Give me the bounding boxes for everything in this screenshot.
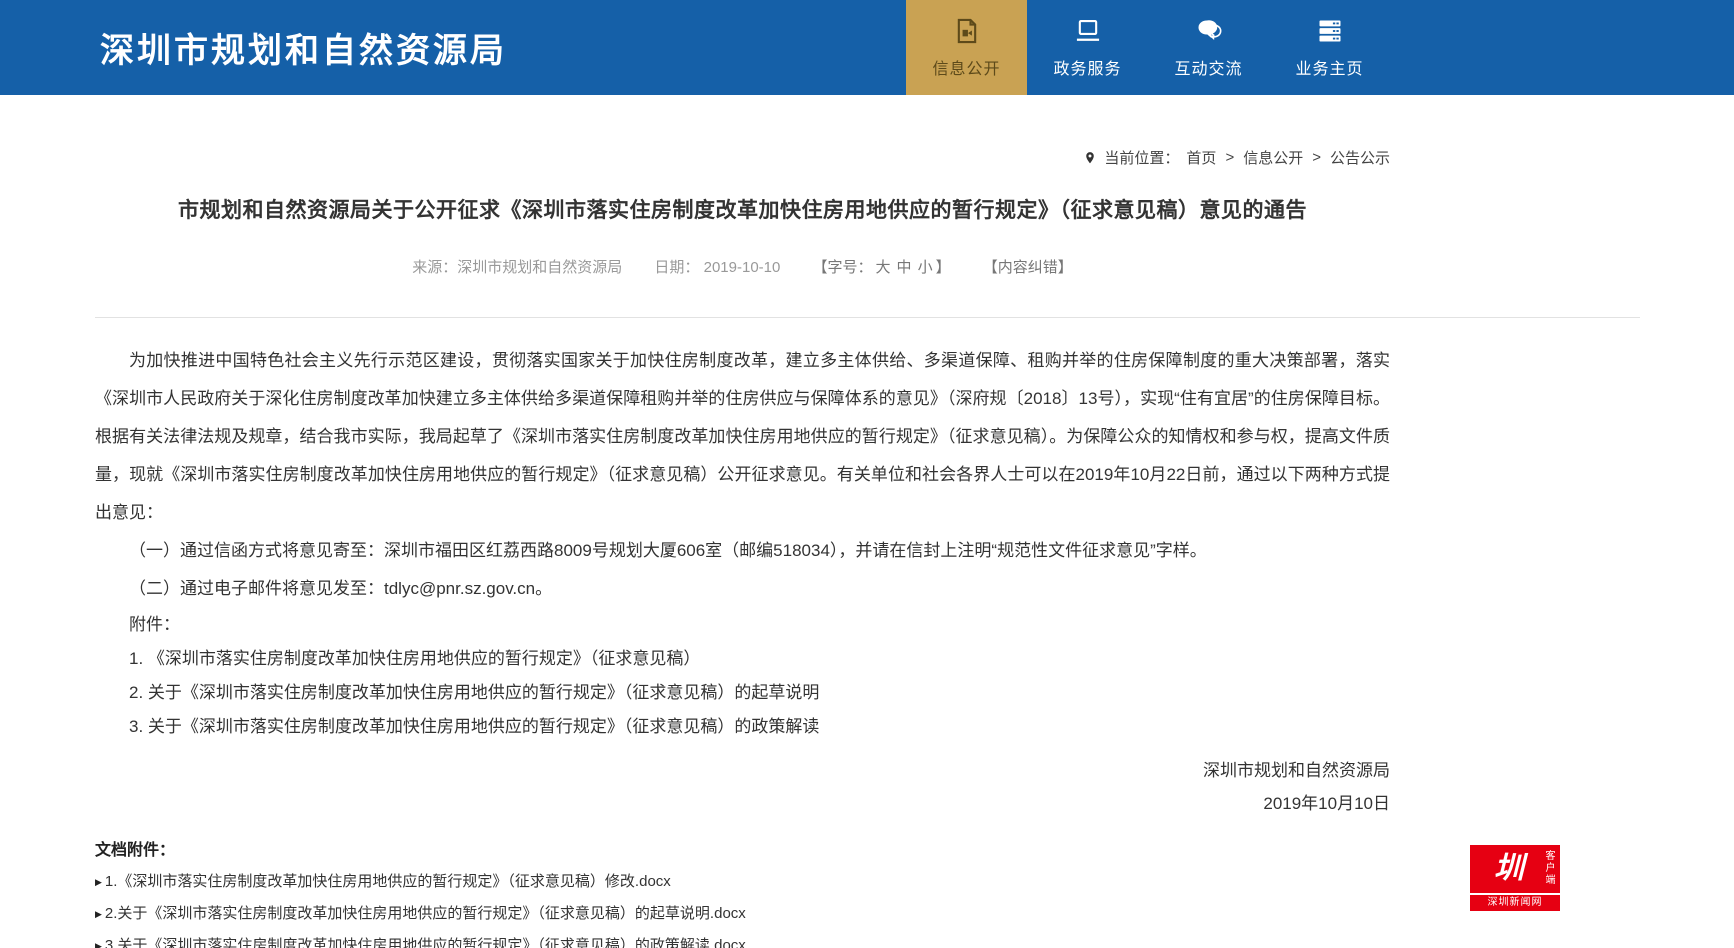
- font-size-medium-button[interactable]: 中: [897, 259, 912, 276]
- document-video-icon: [952, 16, 982, 46]
- breadcrumb-separator: >: [1312, 149, 1321, 166]
- triangle-marker-icon: ▶: [95, 878, 102, 887]
- attachment-row: ▶ 1.《深圳市落实住房制度改革加快住房用地供应的暂行规定》（征求意见稿）修改.…: [95, 866, 1390, 898]
- signature-agency: 深圳市规划和自然资源局: [95, 754, 1390, 787]
- meta-date: 日期： 2019-10-10: [654, 259, 780, 276]
- breadcrumb-link-info-disclosure[interactable]: 信息公开: [1243, 147, 1303, 168]
- server-stack-icon: [1315, 16, 1345, 46]
- paragraph-main: 为加快推进中国特色社会主义先行示范区建设，贯彻落实国家关于加快住房制度改革，建立…: [95, 342, 1390, 532]
- nav-label-business-home: 业务主页: [1295, 55, 1363, 79]
- font-size-large-button[interactable]: 大: [876, 259, 891, 276]
- attachment-link-3[interactable]: 3.关于《深圳市落实住房制度改革加快住房用地供应的暂行规定》（征求意见稿）的政策…: [105, 930, 746, 948]
- content-correction-button[interactable]: 【内容纠错】: [983, 259, 1073, 276]
- triangle-marker-icon: ▶: [95, 910, 102, 919]
- paragraph-attachment-1: 1. 《深圳市落实住房制度改革加快住房用地供应的暂行规定》（征求意见稿）: [95, 642, 1390, 676]
- breadcrumb-separator: >: [1225, 149, 1234, 166]
- nav-label-info-disclosure: 信息公开: [932, 55, 1000, 79]
- main-nav: 信息公开 政务服务 互动交流: [906, 0, 1390, 95]
- attachment-link-1[interactable]: 1.《深圳市落实住房制度改革加快住房用地供应的暂行规定》（征求意见稿）修改.do…: [105, 866, 671, 898]
- breadcrumb-label: 当前位置：: [1104, 147, 1179, 168]
- article-body-wrap: 为加快推进中国特色社会主义先行示范区建设，贯彻落实国家关于加快住房制度改革，建立…: [95, 342, 1390, 948]
- site-logo[interactable]: 深圳市规划和自然资源局: [100, 23, 507, 72]
- breadcrumb: 当前位置： 首页 > 信息公开 > 公告公示: [95, 147, 1390, 168]
- signature-date: 2019年10月10日: [95, 787, 1390, 820]
- paragraph-mail-option: （一）通过信函方式将意见寄至：深圳市福田区红荔西路8009号规划大厦606室（邮…: [95, 532, 1390, 570]
- font-size-small-button[interactable]: 小: [918, 259, 933, 276]
- font-size-control: 【字号：大中小】: [813, 259, 951, 276]
- laptop-icon: [1073, 16, 1103, 46]
- nav-item-interaction[interactable]: 互动交流: [1148, 0, 1269, 95]
- page: 深圳市规划和自然资源局 信息公开: [0, 0, 1734, 948]
- watermark-vertical-text: 客户端: [1541, 850, 1556, 886]
- nav-item-business-home[interactable]: 业务主页: [1269, 0, 1390, 95]
- attachments-heading: 文档附件：: [95, 836, 1390, 866]
- article-meta: 来源：深圳市规划和自然资源局 日期： 2019-10-10 【字号：大中小】 【…: [95, 256, 1390, 277]
- attachment-row: ▶ 3.关于《深圳市落实住房制度改革加快住房用地供应的暂行规定》（征求意见稿）的…: [95, 930, 1390, 948]
- paragraph-attachment-3: 3. 关于《深圳市落实住房制度改革加快住房用地供应的暂行规定》（征求意见稿）的政…: [95, 710, 1390, 744]
- paragraph-email-option: （二）通过电子邮件将意见发至：tdlyc@pnr.sz.gov.cn。: [95, 570, 1390, 608]
- paragraph-attachment-2: 2. 关于《深圳市落实住房制度改革加快住房用地供应的暂行规定》（征求意见稿）的起…: [95, 676, 1390, 710]
- attachment-link-2[interactable]: 2.关于《深圳市落实住房制度改革加快住房用地供应的暂行规定》（征求意见稿）的起草…: [105, 898, 746, 930]
- watermark-caption: 深圳新闻网: [1470, 895, 1560, 911]
- font-size-suffix: 】: [936, 259, 951, 276]
- meta-source: 来源：深圳市规划和自然资源局: [412, 259, 622, 276]
- nav-item-gov-services[interactable]: 政务服务: [1027, 0, 1148, 95]
- shenzhen-news-watermark: 圳 客户端 深圳新闻网: [1470, 845, 1560, 911]
- attachment-row: ▶ 2.关于《深圳市落实住房制度改革加快住房用地供应的暂行规定》（征求意见稿）的…: [95, 898, 1390, 930]
- font-size-prefix: 【字号：: [813, 259, 873, 276]
- article-body: 为加快推进中国特色社会主义先行示范区建设，贯彻落实国家关于加快住房制度改革，建立…: [95, 342, 1390, 744]
- divider: [95, 317, 1640, 318]
- watermark-logo-box: 圳 客户端: [1470, 845, 1560, 893]
- breadcrumb-link-announcements[interactable]: 公告公示: [1330, 147, 1390, 168]
- nav-label-interaction: 互动交流: [1174, 55, 1242, 79]
- location-pin-icon: [1083, 149, 1097, 167]
- breadcrumb-link-home[interactable]: 首页: [1186, 147, 1216, 168]
- document-attachments: 文档附件： ▶ 1.《深圳市落实住房制度改革加快住房用地供应的暂行规定》（征求意…: [95, 836, 1390, 948]
- nav-label-gov-services: 政务服务: [1053, 55, 1121, 79]
- site-header: 深圳市规划和自然资源局 信息公开: [0, 0, 1734, 95]
- paragraph-attachment-heading: 附件：: [95, 608, 1390, 642]
- main-content: 当前位置： 首页 > 信息公开 > 公告公示 市规划和自然资源局关于公开征求《深…: [95, 147, 1390, 277]
- chat-bubbles-icon: [1194, 16, 1224, 46]
- watermark-glyph: 圳: [1494, 854, 1524, 884]
- nav-item-info-disclosure[interactable]: 信息公开: [906, 0, 1027, 95]
- page-title: 市规划和自然资源局关于公开征求《深圳市落实住房制度改革加快住房用地供应的暂行规定…: [95, 194, 1390, 224]
- signature-block: 深圳市规划和自然资源局 2019年10月10日: [95, 754, 1390, 820]
- triangle-marker-icon: ▶: [95, 942, 102, 948]
